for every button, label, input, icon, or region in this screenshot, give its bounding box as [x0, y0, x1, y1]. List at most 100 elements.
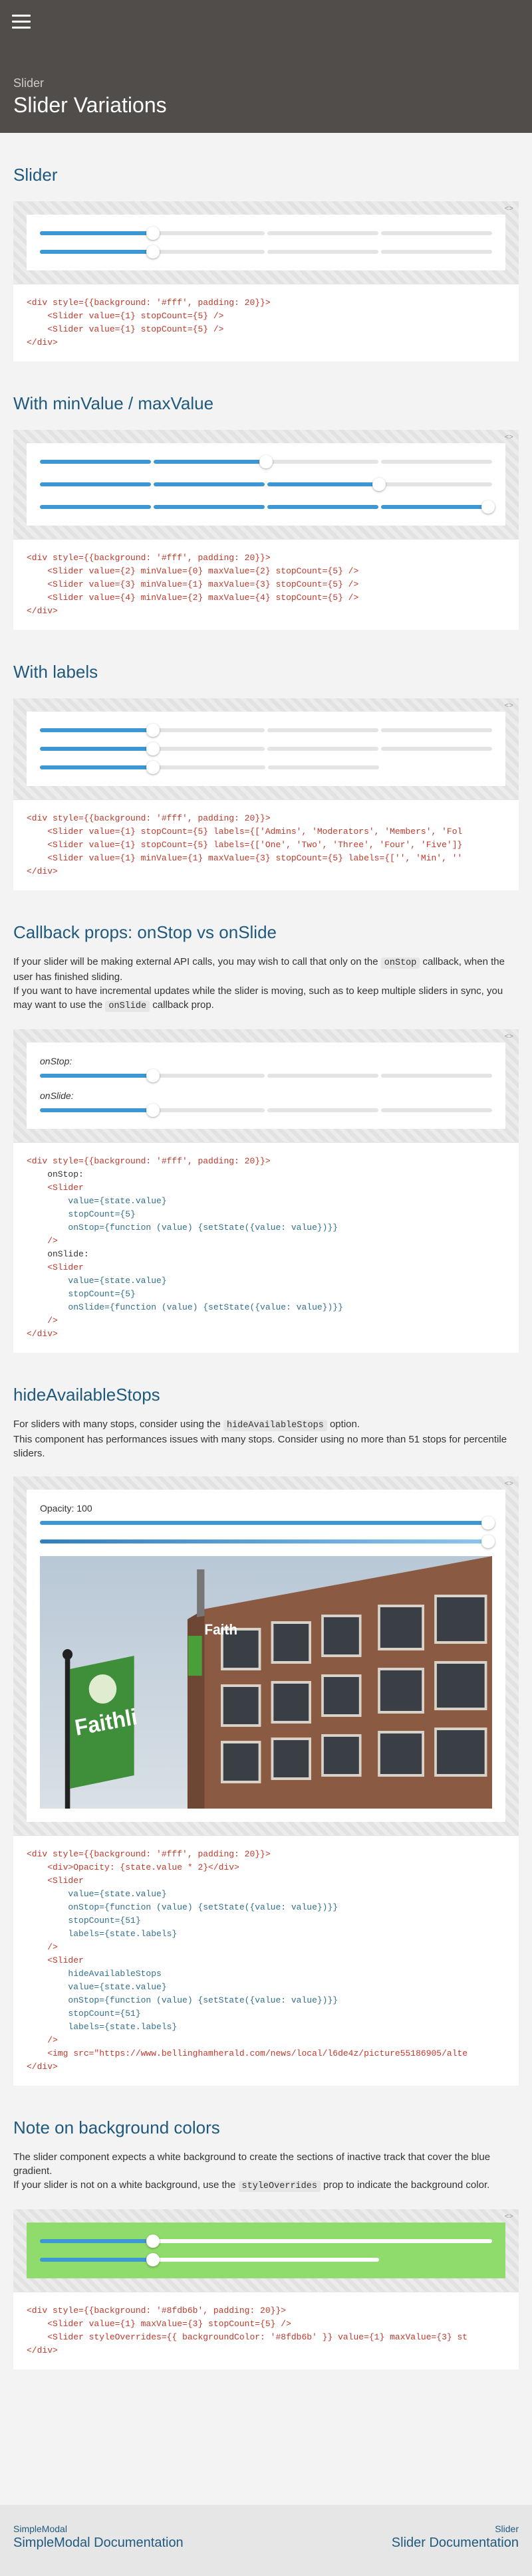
code-line: </div>: [27, 606, 58, 616]
code-line: <Slider value={1} minValue={1} maxValue=…: [27, 853, 463, 863]
slider-handle[interactable]: [146, 2234, 160, 2248]
slider-handle[interactable]: [146, 1069, 160, 1082]
code-line: value={state.value}: [27, 1196, 167, 1206]
section-title-labels: With labels: [13, 662, 98, 682]
code-line: <Slider value={3} minValue={1} maxValue=…: [27, 579, 359, 589]
code-line: />: [27, 1316, 58, 1326]
slider-handle[interactable]: [481, 1516, 495, 1530]
code-line: </div>: [27, 1329, 58, 1339]
footer-prev-link[interactable]: SimpleModal SimpleModal Documentation: [13, 2524, 184, 2551]
slider[interactable]: [40, 2234, 492, 2248]
code-line: <Slider value={1} stopCount={5} labels={…: [27, 827, 463, 837]
demo-hide-stops: <> Opacity: 100 Faith Faithli: [13, 1476, 519, 1835]
code-line: <div style={{background: '#fff', padding…: [27, 1156, 271, 1166]
code-line: onStop={function (value) {setState({valu…: [27, 1223, 338, 1233]
code-block: <div style={{background: '#fff', padding…: [13, 1835, 519, 2086]
code-block: <div style={{background: '#8fdb6b', padd…: [13, 2292, 519, 2369]
page-title: Slider Variations: [13, 93, 167, 117]
demo-slider: <>: [13, 201, 519, 284]
onstop-label: onStop:: [40, 1056, 72, 1066]
code-line: </div>: [27, 2062, 58, 2072]
slider[interactable]: [40, 245, 492, 258]
section-title-bg: Note on background colors: [13, 2118, 220, 2137]
slider-handle[interactable]: [481, 1535, 495, 1548]
code-line: onStop={function (value) {setState({valu…: [27, 1995, 338, 2005]
code-toggle-icon[interactable]: <>: [505, 205, 513, 213]
section-title-callback: Callback props: onStop vs onSlide: [13, 922, 277, 942]
slider[interactable]: [40, 1516, 495, 1530]
demo-labels: <>: [13, 698, 519, 799]
code-block: <div style={{background: '#fff', padding…: [13, 799, 519, 890]
demo-bg: <>: [13, 2209, 519, 2292]
code-line: value={state.value}: [27, 1982, 167, 1992]
code-line: value={state.value}: [27, 1889, 167, 1899]
slider-handle[interactable]: [146, 227, 160, 240]
bg-paragraph-1: The slider component expects a white bac…: [13, 2151, 491, 2177]
callback-paragraph-1: If your slider will be making external A…: [13, 956, 505, 983]
slider[interactable]: [40, 227, 492, 240]
hamburger-icon[interactable]: [12, 15, 31, 29]
code-toggle-icon[interactable]: <>: [505, 434, 513, 442]
opacity-label: Opacity: 100: [40, 1503, 92, 1514]
slider-handle[interactable]: [372, 478, 386, 491]
code-line: onStop:: [27, 1169, 84, 1179]
slider-handle[interactable]: [259, 455, 273, 468]
main-content: Slider <> <div style={{background: '#fff…: [0, 165, 532, 2369]
code-line: <Slider value={4} minValue={2} maxValue=…: [27, 593, 359, 603]
code-toggle-icon[interactable]: <>: [505, 2213, 513, 2221]
slider-handle[interactable]: [146, 761, 160, 774]
slider[interactable]: [40, 455, 492, 468]
slider[interactable]: [40, 1104, 492, 1117]
code-toggle-icon[interactable]: <>: [505, 1480, 513, 1488]
code-line: <div>Opacity: {state.value * 2}</div>: [27, 1862, 239, 1872]
code-toggle-icon[interactable]: <>: [505, 702, 513, 710]
code-line: <Slider: [27, 1262, 84, 1272]
footer-next-link[interactable]: Slider Slider Documentation: [392, 2524, 519, 2551]
code-line: <Slider value={1} stopCount={5} labels={…: [27, 840, 463, 850]
slider-handle[interactable]: [481, 500, 495, 514]
slider[interactable]: [40, 761, 379, 774]
bg-paragraph-2: If your slider is not on a white backgro…: [13, 2179, 490, 2192]
slider[interactable]: [40, 500, 495, 514]
code-line: stopCount={5}: [27, 1289, 136, 1299]
slider[interactable]: [40, 1069, 492, 1082]
code-line: </div>: [27, 866, 58, 876]
onslide-label: onSlide:: [40, 1090, 74, 1101]
code-line: </div>: [27, 338, 58, 347]
code-line: <div style={{background: '#fff', padding…: [27, 553, 271, 563]
code-line: <div style={{background: '#fff', padding…: [27, 1849, 271, 1859]
slider[interactable]: [40, 478, 492, 491]
slider-handle[interactable]: [146, 724, 160, 737]
code-line: stopCount={5}: [27, 1209, 136, 1219]
slider[interactable]: [40, 724, 492, 737]
slider-handle[interactable]: [146, 245, 160, 258]
code-line: <Slider value={1} stopCount={5} />: [27, 324, 224, 334]
section-title-hide-stops: hideAvailableStops: [13, 1385, 160, 1405]
code-line: value={state.value}: [27, 1276, 167, 1286]
code-line: />: [27, 1236, 58, 1246]
code-line: <Slider: [27, 1955, 84, 1965]
code-line: </div>: [27, 2345, 58, 2355]
code-line: onSlide:: [27, 1249, 89, 1259]
code-line: stopCount={51}: [27, 2009, 141, 2019]
code-line: labels={state.labels}: [27, 2022, 178, 2032]
code-block: <div style={{background: '#fff', padding…: [13, 539, 519, 630]
hide-paragraph-2: This component has performances issues w…: [13, 1434, 507, 1459]
slider[interactable]: [40, 1535, 495, 1548]
code-toggle-icon[interactable]: <>: [505, 1033, 513, 1041]
slider-handle[interactable]: [146, 742, 160, 755]
section-title-slider: Slider: [13, 165, 58, 185]
code-line: />: [27, 2035, 58, 2045]
slider-handle[interactable]: [146, 1104, 160, 1117]
code-line: <Slider styleOverrides={{ backgroundColo…: [27, 2332, 468, 2342]
demo-callback: <> onStop: onSlide:: [13, 1029, 519, 1142]
code-line: stopCount={51}: [27, 1916, 141, 1926]
breadcrumb: Slider: [13, 76, 45, 90]
code-line: labels={state.labels}: [27, 1929, 178, 1939]
slider[interactable]: [40, 2253, 379, 2266]
slider[interactable]: [40, 742, 492, 755]
slider-handle[interactable]: [146, 2253, 160, 2266]
code-line: <div style={{background: '#fff', padding…: [27, 813, 271, 823]
code-line: onSlide={function (value) {setState({val…: [27, 1302, 343, 1312]
code-line: onStop={function (value) {setState({valu…: [27, 1902, 338, 1912]
